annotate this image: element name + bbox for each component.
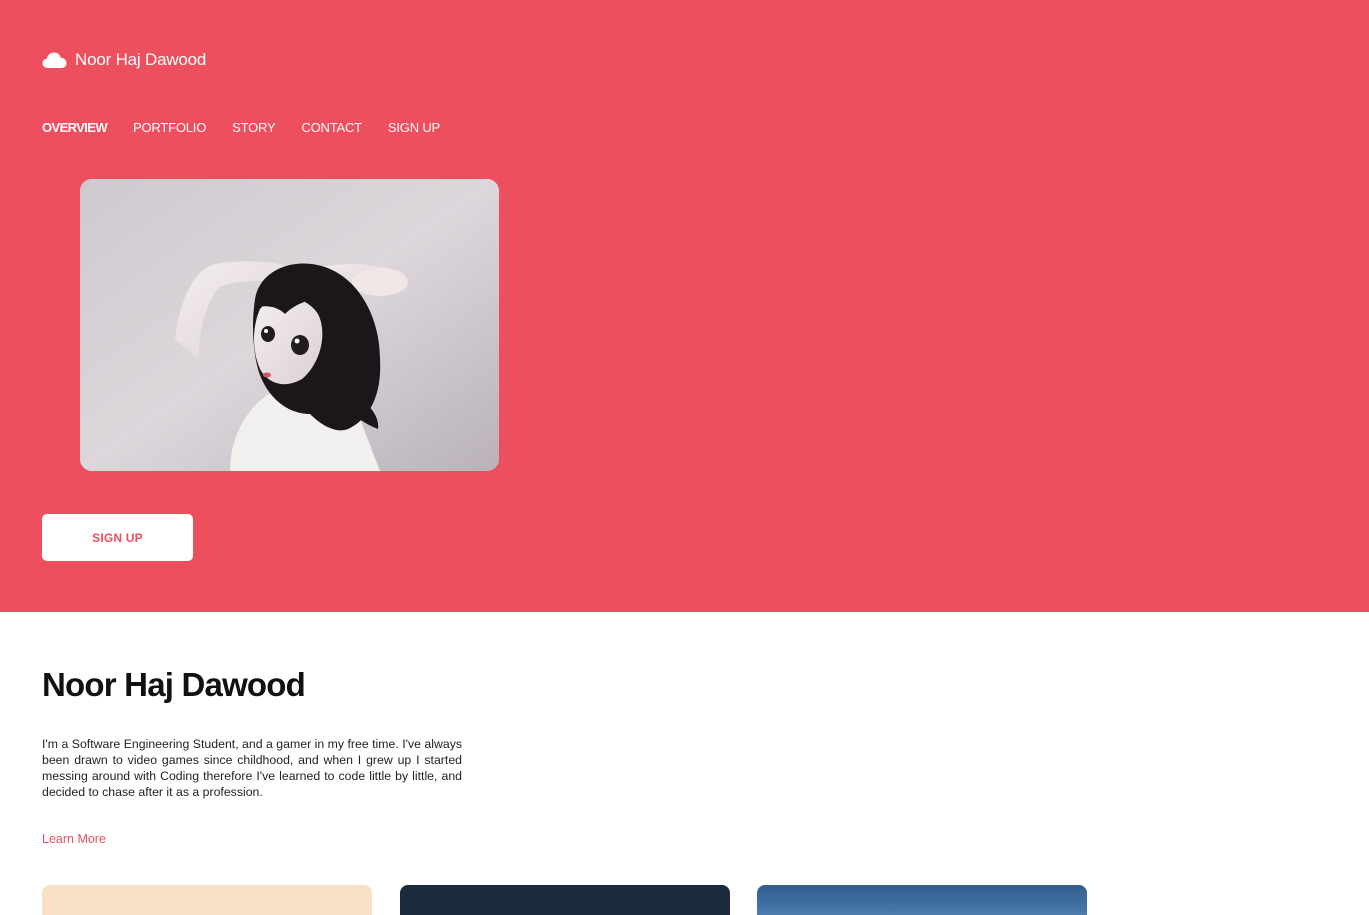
main-nav: OVERVIEW PORTFOLIO STORY CONTACT SIGN UP: [42, 120, 440, 135]
nav-item-portfolio[interactable]: PORTFOLIO: [133, 120, 206, 135]
portfolio-card-3[interactable]: [757, 885, 1087, 915]
illustration-girl: [80, 179, 499, 471]
nav-item-story[interactable]: STORY: [232, 120, 276, 135]
portfolio-card-1[interactable]: [42, 885, 372, 915]
portfolio-card-2[interactable]: [400, 885, 730, 915]
signup-button[interactable]: SIGN UP: [42, 514, 193, 561]
nav-item-overview[interactable]: OVERVIEW: [42, 120, 108, 135]
brand[interactable]: Noor Haj Dawood: [42, 50, 206, 70]
nav-item-signup[interactable]: SIGN UP: [388, 120, 440, 135]
brand-name: Noor Haj Dawood: [75, 50, 207, 69]
nav-item-contact[interactable]: CONTACT: [301, 120, 362, 135]
cloud-icon: [42, 52, 67, 68]
hero-image: [80, 179, 499, 471]
about-title: Noor Haj Dawood: [42, 666, 306, 703]
learn-more-link[interactable]: Learn More: [42, 832, 106, 846]
about-description: I'm a Software Engineering Student, and …: [42, 737, 462, 799]
hero-section: Noor Haj Dawood OVERVIEW PORTFOLIO STORY…: [0, 0, 1369, 612]
